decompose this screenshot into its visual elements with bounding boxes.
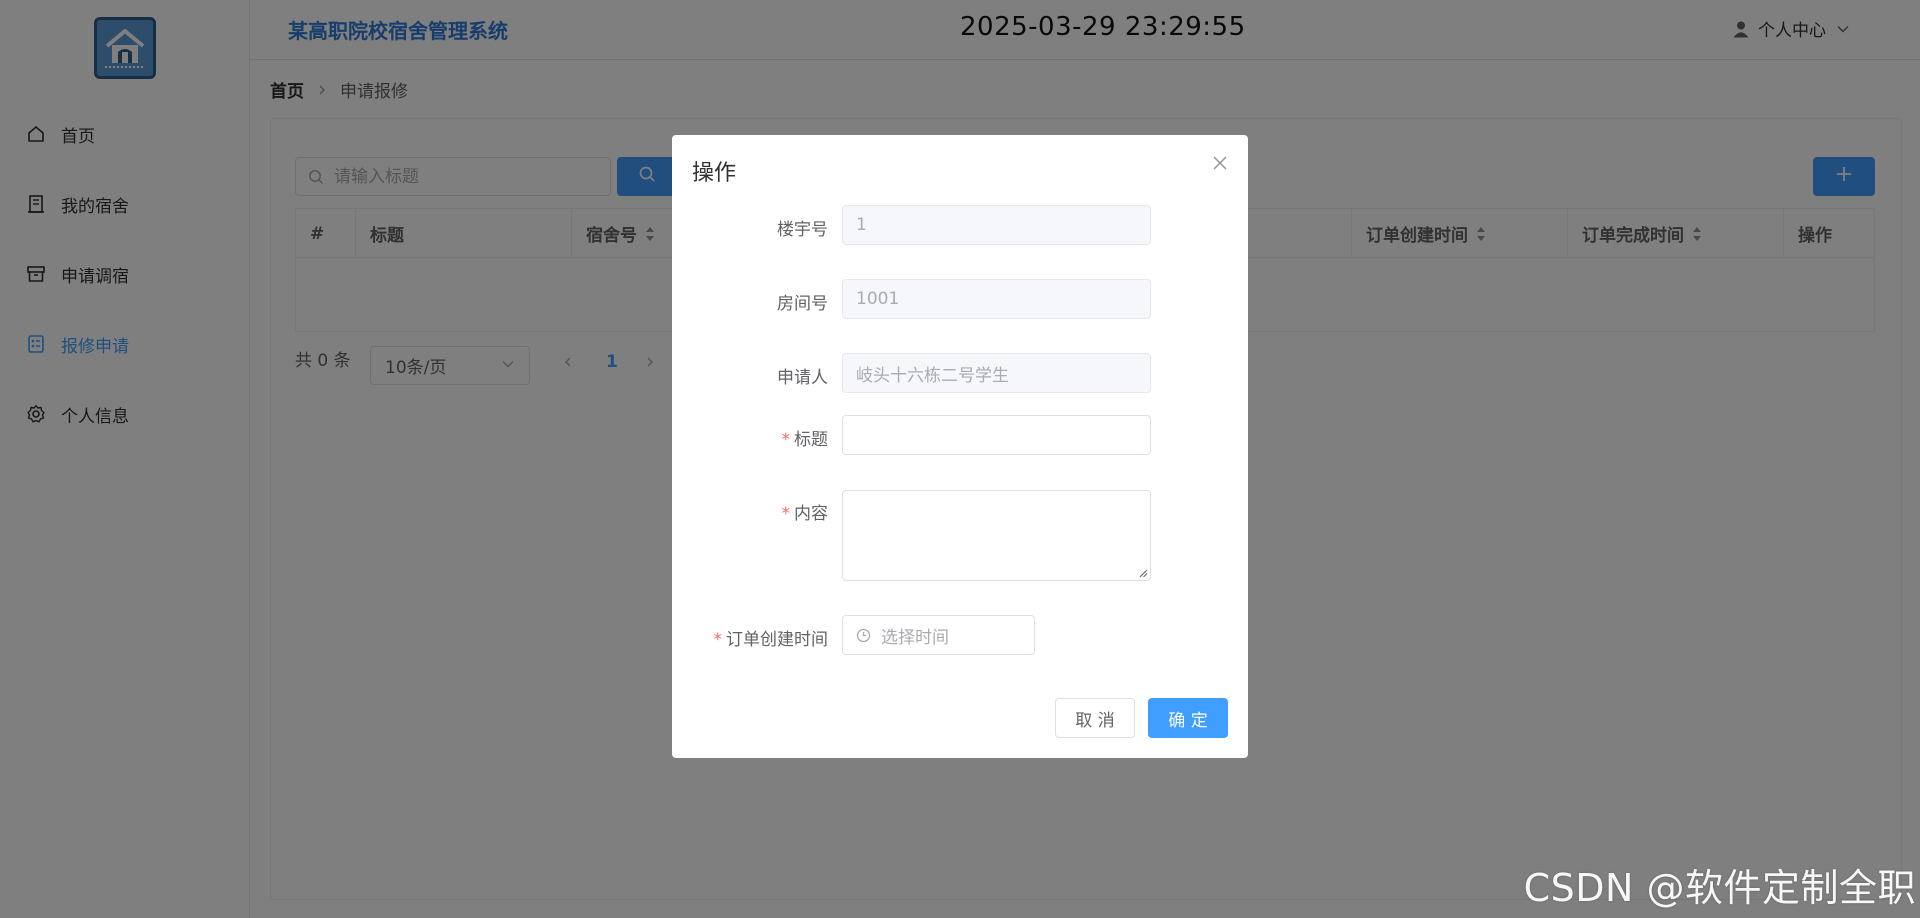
- required-mark: *: [781, 504, 791, 524]
- resize-grip-icon[interactable]: [1139, 569, 1148, 578]
- building-value: 1: [856, 215, 867, 235]
- required-mark: *: [781, 430, 791, 450]
- created-time-picker[interactable]: 选择时间: [842, 615, 1035, 655]
- title-field[interactable]: [842, 415, 1151, 455]
- room-label: 房间号: [777, 294, 828, 314]
- applicant-label: 申请人: [777, 368, 828, 388]
- confirm-button[interactable]: 确 定: [1148, 698, 1228, 738]
- applicant-field: 岐头十六栋二号学生: [842, 353, 1151, 393]
- room-field: 1001: [842, 279, 1151, 319]
- required-mark: *: [713, 630, 723, 650]
- watermark: CSDN @软件定制全职: [1523, 866, 1916, 910]
- building-field: 1: [842, 205, 1151, 245]
- content-label: * 内容: [781, 504, 829, 524]
- title-input[interactable]: [856, 425, 1150, 445]
- created-time-label: * 订单创建时间: [713, 630, 829, 650]
- building-label: 楼宇号: [777, 220, 828, 240]
- content-textarea[interactable]: [843, 491, 1150, 580]
- dialog-title: 操作: [692, 161, 737, 186]
- cancel-button[interactable]: 取 消: [1055, 698, 1135, 738]
- created-time-placeholder: 选择时间: [881, 627, 949, 648]
- title-label: * 标题: [781, 430, 829, 450]
- repair-dialog: 操作 楼宇号 1 房间号 1001 申请人 岐头十六栋二号学生 * 标题 * 内容 …: [672, 135, 1248, 758]
- close-icon[interactable]: [1212, 155, 1228, 171]
- content-textarea-wrapper[interactable]: [842, 490, 1151, 581]
- applicant-value: 岐头十六栋二号学生: [856, 365, 1009, 386]
- room-value: 1001: [856, 289, 900, 309]
- clock-icon: [856, 628, 871, 643]
